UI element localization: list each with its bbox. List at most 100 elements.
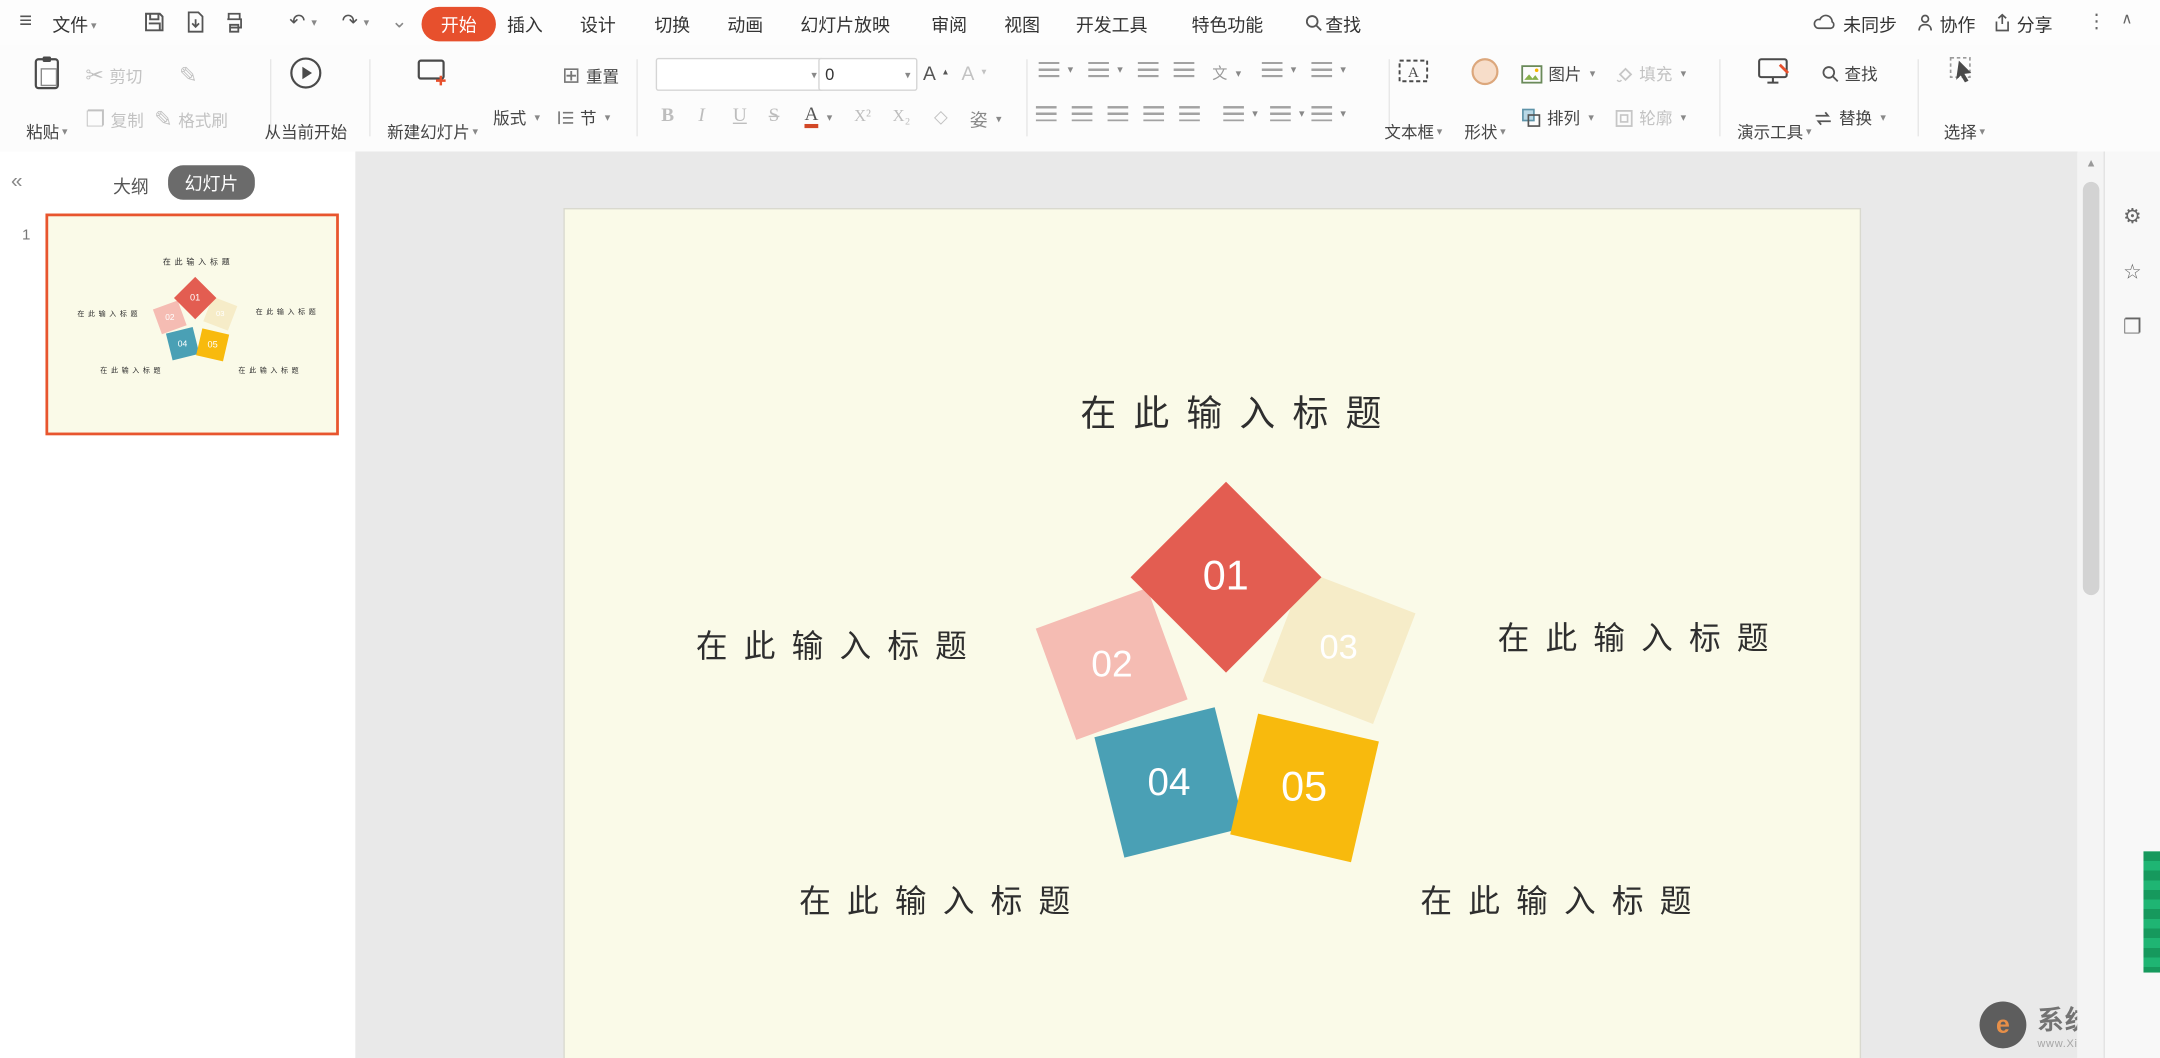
slide-label-bottom-right[interactable]: 在 此 输 入 标 题 — [1331, 875, 1786, 922]
increase-indent-button[interactable] — [1174, 62, 1195, 77]
indent-options-button[interactable]: ▾ — [1270, 106, 1304, 121]
paragraph-spacing-button[interactable]: ▾ — [1223, 106, 1257, 121]
tab-insert[interactable]: 插入 — [507, 11, 543, 37]
tab-home[interactable]: 开始 — [422, 7, 496, 41]
font-size-combobox[interactable]: 0▾ — [818, 58, 917, 91]
collaborate-label[interactable]: 协作 — [1940, 11, 1976, 37]
tab-outline[interactable]: 大纲 — [113, 172, 149, 198]
export-icon[interactable] — [185, 11, 207, 33]
beautify-icon[interactable]: ☆ — [2105, 259, 2160, 284]
slide-title-text[interactable]: 在 此 输 入 标 题 — [105, 255, 289, 266]
menubar-find[interactable]: 查找 — [1325, 11, 1361, 37]
tab-animation[interactable]: 动画 — [727, 11, 763, 37]
file-menu[interactable]: 文件▾ — [52, 11, 96, 37]
columns-button[interactable]: ▾ — [1311, 106, 1345, 121]
strikethrough-button[interactable]: S — [769, 106, 780, 128]
collapse-ribbon-icon[interactable]: ∧ — [2121, 10, 2132, 28]
italic-button[interactable]: I — [698, 106, 704, 128]
section-button[interactable]: 节▾ — [557, 106, 611, 129]
slide-label-right[interactable]: 在 此 输 入 标 题 — [1408, 612, 1863, 659]
save-icon[interactable] — [143, 11, 165, 33]
vertical-text-button[interactable]: 文▾ — [1212, 62, 1241, 84]
arrange-button[interactable]: 排列▾ — [1521, 106, 1594, 129]
slide-title-text[interactable]: 在 此 输 入 标 题 — [820, 386, 1647, 437]
distribute-button[interactable] — [1179, 106, 1200, 121]
line-spacing-button[interactable]: ▾ — [1262, 62, 1296, 77]
font-family-combobox[interactable]: ▾ — [656, 58, 824, 91]
assets-library-icon[interactable]: ❐ — [2105, 314, 2160, 339]
bold-button[interactable]: B — [661, 106, 674, 128]
numbering-button[interactable]: ▾ — [1088, 62, 1122, 77]
fill-button[interactable]: 填充▾ — [1614, 62, 1686, 85]
tab-review[interactable]: 审阅 — [931, 11, 967, 37]
slide-label-bottom-left[interactable]: 在 此 输 入 标 题 — [80, 364, 181, 374]
share-label[interactable]: 分享 — [2017, 11, 2053, 37]
editing-canvas[interactable]: 在 此 输 入 标 题 02 03 04 05 01 在 此 输 入 标 题 在… — [355, 152, 2077, 1058]
tab-transition[interactable]: 切换 — [654, 11, 690, 37]
align-left-button[interactable] — [1036, 106, 1057, 121]
scroll-up-arrow[interactable]: ▲ — [2077, 157, 2105, 169]
select-button[interactable]: 选择▾ — [1926, 52, 2003, 146]
outline-button[interactable]: 轮廓▾ — [1614, 106, 1686, 129]
picture-button[interactable]: 图片▾ — [1521, 62, 1595, 85]
tab-special-features[interactable]: 特色功能 — [1192, 11, 1264, 37]
slide-label-right[interactable]: 在 此 输 入 标 题 — [236, 306, 337, 316]
shrink-font-button[interactable]: A▼ — [962, 62, 989, 84]
shapes-button[interactable]: 形状▾ — [1455, 52, 1516, 146]
tab-developer[interactable]: 开发工具 — [1076, 11, 1148, 37]
justify-button[interactable] — [1143, 106, 1164, 121]
clear-format-icon[interactable]: ◇ — [934, 106, 948, 128]
play-from-current-button[interactable]: 从当前开始 — [242, 52, 369, 146]
print-icon[interactable] — [223, 11, 245, 33]
replace-button[interactable]: 替换▾ — [1813, 106, 1886, 129]
slide-1[interactable]: 在 此 输 入 标 题 02 03 04 05 01 在 此 输 入 标 题 在… — [565, 209, 1860, 1058]
underline-button[interactable]: U — [733, 106, 747, 128]
share-icon[interactable] — [1992, 12, 2013, 33]
tab-slideshow[interactable]: 幻灯片放映 — [800, 11, 890, 37]
customize-toolbar-icon[interactable]: ⌄ — [391, 10, 407, 33]
reset-button[interactable]: ⊞重置 — [562, 62, 619, 90]
align-right-button[interactable] — [1108, 106, 1129, 121]
pinwheel-shape-05[interactable]: 05 — [196, 328, 229, 361]
format-painter-button[interactable]: ✎格式刷 — [154, 106, 228, 134]
font-color-button[interactable]: A▾ — [804, 106, 832, 128]
scrollbar-thumb[interactable] — [2083, 182, 2100, 595]
decrease-indent-button[interactable] — [1138, 62, 1159, 77]
tab-design[interactable]: 设计 — [580, 11, 616, 37]
text-tool-button[interactable]: 姿▾ — [970, 106, 1002, 132]
cut-button[interactable]: ✂剪切 — [85, 62, 142, 90]
hamburger-menu-icon[interactable]: ≡ — [19, 10, 32, 35]
paragraph-mark-button[interactable]: ▾ — [1311, 62, 1345, 77]
collaborate-icon[interactable] — [1915, 12, 1936, 33]
superscript-button[interactable]: X² — [854, 106, 871, 127]
redo-dropdown-icon[interactable]: ▾ — [364, 17, 370, 29]
vertical-scrollbar[interactable]: ▲ — [2077, 152, 2105, 1058]
pinwheel-shape-04[interactable]: 04 — [1094, 707, 1244, 857]
slide-label-left[interactable]: 在 此 输 入 标 题 — [57, 308, 158, 318]
more-options-icon[interactable]: ⋮ — [2087, 10, 2106, 33]
copy-button[interactable]: ❐复制 — [85, 106, 143, 134]
layout-button[interactable]: 版式▾ — [493, 106, 540, 129]
search-icon[interactable] — [1305, 14, 1323, 32]
slide-label-bottom-right[interactable]: 在 此 输 入 标 题 — [218, 364, 319, 374]
slide-label-left[interactable]: 在 此 输 入 标 题 — [606, 620, 1061, 667]
textbox-button[interactable]: A 文本框▾ — [1375, 52, 1452, 146]
presentation-tools-button[interactable]: 演示工具▾ — [1727, 52, 1821, 146]
sync-status[interactable]: 未同步 — [1843, 11, 1897, 37]
slide-thumbnail[interactable]: 在 此 输 入 标 题 02 03 04 05 01 在 此 输 入 标 题 在… — [45, 214, 338, 436]
grow-font-button[interactable]: A▲ — [923, 62, 950, 84]
pinwheel-shape-04[interactable]: 04 — [166, 327, 199, 360]
pinwheel-shape-05[interactable]: 05 — [1230, 714, 1379, 863]
slide-label-bottom-left[interactable]: 在 此 输 入 标 题 — [709, 875, 1164, 922]
tab-slides[interactable]: 幻灯片 — [168, 165, 255, 199]
undo-dropdown-icon[interactable]: ▾ — [311, 17, 317, 29]
align-center-button[interactable] — [1072, 106, 1093, 121]
tab-view[interactable]: 视图 — [1004, 11, 1040, 37]
undo-icon[interactable]: ↶ — [289, 10, 305, 33]
new-slide-button[interactable]: 新建幻灯片▾ — [375, 52, 491, 146]
object-properties-icon[interactable]: ⚙ — [2105, 204, 2160, 229]
bullets-button[interactable]: ▾ — [1039, 62, 1073, 77]
collapse-panel-button[interactable]: « — [11, 169, 22, 192]
subscript-button[interactable]: X₂ — [893, 106, 911, 127]
redo-icon[interactable]: ↷ — [342, 10, 358, 33]
